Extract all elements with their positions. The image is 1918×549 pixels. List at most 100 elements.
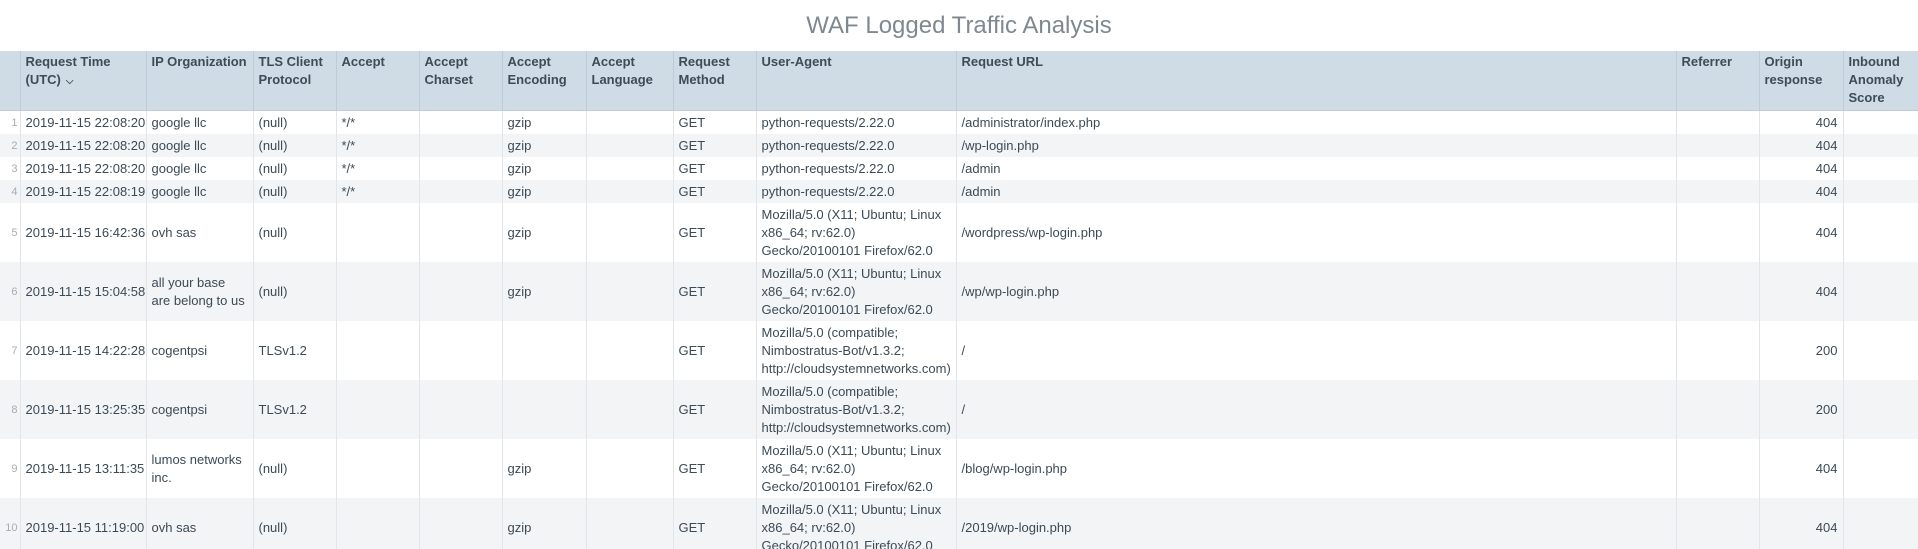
cell-accept xyxy=(335,203,419,262)
row-index: 1 xyxy=(11,116,18,129)
header-accept-charset[interactable]: Accept Charset xyxy=(418,51,502,111)
cell-user-agent: python-requests/2.22.0 xyxy=(755,110,956,134)
row-index: 10 xyxy=(0,498,20,549)
cell-request-url: /admin xyxy=(955,180,1676,203)
table-row[interactable]: 9 2019-11-15 13:11:35 lumos networks inc… xyxy=(0,439,1918,498)
cell-referrer xyxy=(1675,380,1759,439)
cell-request-url: / xyxy=(955,380,1676,439)
header-request-url[interactable]: Request URL xyxy=(955,51,1676,111)
table-row[interactable]: 6 2019-11-15 15:04:58 all your base are … xyxy=(0,262,1918,321)
cell-referrer xyxy=(1675,439,1759,498)
header-label: Accept Encoding xyxy=(507,54,567,87)
header-label: Origin response xyxy=(1764,54,1823,87)
header-user-agent[interactable]: User-Agent xyxy=(755,51,956,111)
cell-accept-language xyxy=(585,262,673,321)
cell-origin-response: 404 xyxy=(1758,498,1843,549)
cell-user-agent: Mozilla/5.0 (compatible; Nimbostratus-Bo… xyxy=(755,380,956,439)
cell-tls-client-protocol: TLSv1.2 xyxy=(252,321,336,380)
table-row[interactable]: 4 2019-11-15 22:08:19 google llc (null) … xyxy=(0,180,1918,203)
header-label: Referrer xyxy=(1681,54,1733,69)
cell-accept xyxy=(335,439,419,498)
cell-accept-encoding: gzip xyxy=(501,134,586,157)
traffic-table-container[interactable]: Request Time (UTC) ⌵ IP Organization TLS … xyxy=(0,51,1918,549)
cell-accept-language xyxy=(585,157,673,180)
cell-accept xyxy=(335,321,419,380)
cell-inbound-anomaly-score: 5 xyxy=(1842,134,1918,157)
sort-descending-icon[interactable]: ⌵ xyxy=(66,73,74,91)
cell-origin-response: 200 xyxy=(1758,380,1843,439)
table-row[interactable]: 2 2019-11-15 22:08:20 google llc (null) … xyxy=(0,134,1918,157)
cell-origin-response: 404 xyxy=(1758,110,1843,134)
cell-accept xyxy=(335,380,419,439)
header-accept-language[interactable]: Accept Language xyxy=(585,51,673,111)
cell-ip-organization: google llc xyxy=(145,134,253,157)
cell-request-time: 2019-11-15 22:08:20 xyxy=(19,134,146,157)
header-accept-encoding[interactable]: Accept Encoding xyxy=(501,51,586,111)
cell-request-method: GET xyxy=(672,157,756,180)
cell-request-time: 2019-11-15 22:08:20 xyxy=(19,157,146,180)
cell-inbound-anomaly-score: 2 xyxy=(1842,203,1918,262)
cell-request-url: /2019/wp-login.php xyxy=(955,498,1676,549)
row-index: 4 xyxy=(0,180,20,203)
cell-request-method: GET xyxy=(672,134,756,157)
header-request-time[interactable]: Request Time (UTC) ⌵ xyxy=(19,51,146,111)
table-row[interactable]: 1 2019-11-15 22:08:20 google llc (null) … xyxy=(0,110,1918,134)
cell-accept-charset xyxy=(418,180,502,203)
cell-ip-organization: ovh sas xyxy=(145,203,253,262)
cell-accept-charset xyxy=(418,321,502,380)
table-row[interactable]: 5 2019-11-15 16:42:36 ovh sas (null) gzi… xyxy=(0,203,1918,262)
header-accept[interactable]: Accept xyxy=(335,51,419,111)
row-index: 2 xyxy=(0,134,20,157)
cell-user-agent: python-requests/2.22.0 xyxy=(755,180,956,203)
header-tls-client-protocol[interactable]: TLS Client Protocol xyxy=(252,51,336,111)
table-row[interactable]: 3 2019-11-15 22:08:20 google llc (null) … xyxy=(0,157,1918,180)
cell-accept-language xyxy=(585,134,673,157)
header-label: Request Method xyxy=(678,54,730,87)
cell-user-agent: Mozilla/5.0 (X11; Ubuntu; Linux x86_64; … xyxy=(755,439,956,498)
cell-accept-language xyxy=(585,203,673,262)
cell-inbound-anomaly-score: 2 xyxy=(1842,380,1918,439)
cell-accept-charset xyxy=(418,203,502,262)
cell-tls-client-protocol: (null) xyxy=(252,498,336,549)
table-header: Request Time (UTC) ⌵ IP Organization TLS … xyxy=(0,51,1918,111)
cell-request-method: GET xyxy=(672,262,756,321)
cell-tls-client-protocol: (null) xyxy=(252,134,336,157)
header-origin-response[interactable]: Origin response xyxy=(1758,51,1843,111)
cell-inbound-anomaly-score: 5 xyxy=(1842,110,1918,134)
cell-request-method: GET xyxy=(672,203,756,262)
cell-accept-encoding xyxy=(501,321,586,380)
cell-origin-response: 404 xyxy=(1758,180,1843,203)
cell-accept-encoding: gzip xyxy=(501,180,586,203)
header-ip-organization[interactable]: IP Organization xyxy=(145,51,253,111)
cell-accept-charset xyxy=(418,262,502,321)
cell-ip-organization: cogentpsi xyxy=(145,380,253,439)
cell-origin-response: 404 xyxy=(1758,203,1843,262)
table-row[interactable]: 8 2019-11-15 13:25:35 cogentpsi TLSv1.2 … xyxy=(0,380,1918,439)
header-request-method[interactable]: Request Method xyxy=(672,51,756,111)
cell-request-method: GET xyxy=(672,180,756,203)
cell-origin-response: 404 xyxy=(1758,439,1843,498)
header-label: Accept Charset xyxy=(424,54,473,87)
header-label: Inbound Anomaly Score xyxy=(1848,54,1904,105)
cell-tls-client-protocol: (null) xyxy=(252,439,336,498)
cell-referrer xyxy=(1675,321,1759,380)
row-index: 8 xyxy=(0,380,20,439)
header-referrer[interactable]: Referrer xyxy=(1675,51,1759,111)
cell-referrer xyxy=(1675,180,1759,203)
cell-accept-charset xyxy=(418,134,502,157)
cell-accept-encoding: gzip xyxy=(501,262,586,321)
cell-request-time: 2019-11-15 22:08:19 xyxy=(19,180,146,203)
header-inbound-anomaly-score[interactable]: Inbound Anomaly Score xyxy=(1842,51,1918,111)
cell-accept: */* xyxy=(335,110,419,134)
cell-origin-response: 404 xyxy=(1758,134,1843,157)
table-row[interactable]: 10 2019-11-15 11:19:00 ovh sas (null) gz… xyxy=(0,498,1918,549)
table-row[interactable]: 7 2019-11-15 14:22:28 cogentpsi TLSv1.2 … xyxy=(0,321,1918,380)
cell-accept-charset xyxy=(418,157,502,180)
cell-request-url: /wp-login.php xyxy=(955,134,1676,157)
header-label: TLS Client Protocol xyxy=(258,54,323,87)
cell-referrer xyxy=(1675,498,1759,549)
cell-accept-charset xyxy=(418,439,502,498)
cell-request-time: 2019-11-15 22:08:20 xyxy=(19,110,146,134)
cell-accept xyxy=(335,498,419,549)
cell-tls-client-protocol: (null) xyxy=(252,180,336,203)
